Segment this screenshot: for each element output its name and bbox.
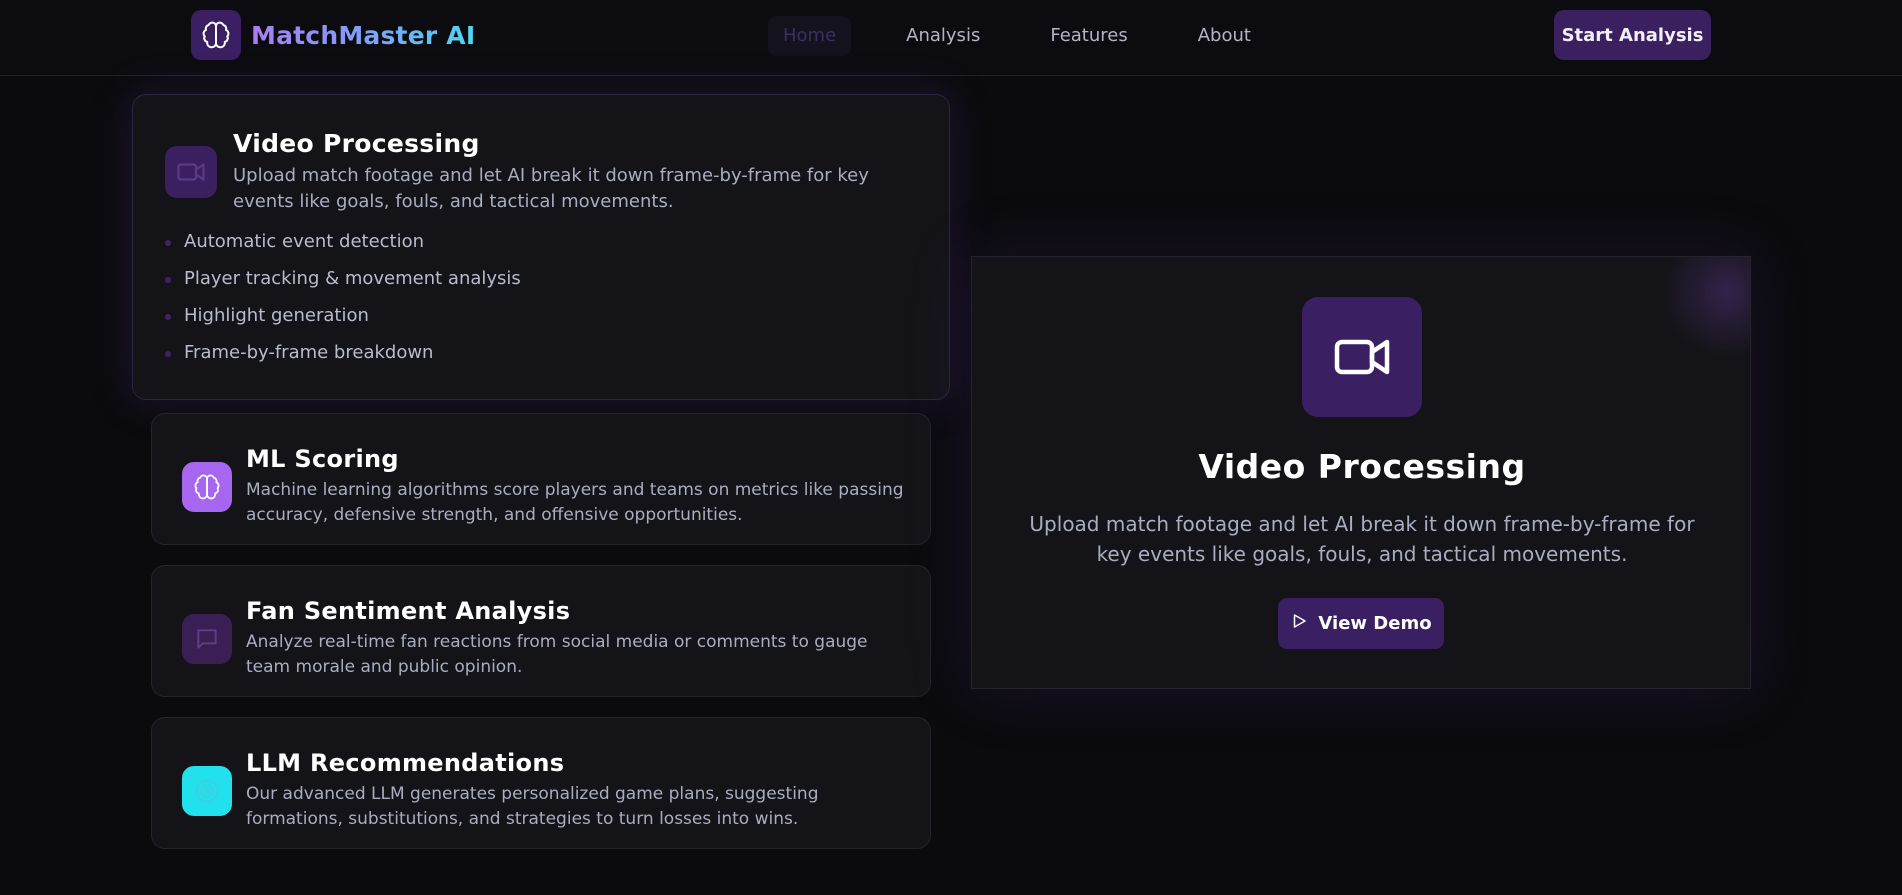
feature-bullet-list: Automatic event detection Player trackin…: [165, 229, 521, 377]
brain-logo-icon: [191, 10, 241, 60]
top-navbar: MatchMaster AI Home Analysis Features Ab…: [0, 0, 1902, 76]
nav-home[interactable]: Home: [768, 16, 852, 56]
showcase-description: Upload match footage and let AI break it…: [1029, 512, 1695, 566]
feature-description: Analyze real-time fan reactions from soc…: [246, 632, 868, 677]
feature-title: LLM Recommendations: [246, 749, 565, 777]
target-icon: [182, 766, 232, 816]
play-icon: [1290, 612, 1308, 635]
showcase-title: Video Processing: [1198, 447, 1526, 486]
nav-analysis[interactable]: Analysis: [891, 16, 995, 56]
feature-title: Fan Sentiment Analysis: [246, 597, 571, 625]
feature-description: Upload match footage and let AI break it…: [233, 165, 869, 212]
feature-card-fan-sentiment[interactable]: Fan Sentiment Analysis Analyze real-time…: [151, 565, 931, 697]
chat-bubble-icon: [182, 614, 232, 664]
list-item: Highlight generation: [165, 303, 521, 340]
feature-description: Machine learning algorithms score player…: [246, 480, 904, 525]
glow-decoration: [1662, 257, 1750, 357]
page: MatchMaster AI Home Analysis Features Ab…: [0, 0, 1902, 895]
view-demo-label: View Demo: [1318, 613, 1432, 634]
list-item: Automatic event detection: [165, 229, 521, 266]
logo[interactable]: MatchMaster AI: [191, 10, 475, 60]
video-camera-icon: [165, 146, 217, 198]
view-demo-button[interactable]: View Demo: [1278, 598, 1444, 649]
feature-card-video-processing[interactable]: Video Processing Upload match footage an…: [132, 94, 950, 400]
feature-title: Video Processing: [233, 129, 480, 158]
brain-icon: [182, 462, 232, 512]
main-nav: Home Analysis Features About: [768, 16, 1306, 56]
nav-features[interactable]: Features: [1035, 16, 1142, 56]
feature-showcase-panel: Video Processing Upload match footage an…: [971, 256, 1751, 689]
feature-card-llm-recommendations[interactable]: LLM Recommendations Our advanced LLM gen…: [151, 717, 931, 849]
feature-card-ml-scoring[interactable]: ML Scoring Machine learning algorithms s…: [151, 413, 931, 545]
start-analysis-button[interactable]: Start Analysis: [1554, 10, 1711, 60]
list-item: Frame-by-frame breakdown: [165, 340, 521, 377]
feature-title: ML Scoring: [246, 445, 399, 473]
nav-about[interactable]: About: [1183, 16, 1266, 56]
logo-text: MatchMaster AI: [251, 20, 476, 50]
list-item: Player tracking & movement analysis: [165, 266, 521, 303]
feature-description: Our advanced LLM generates personalized …: [246, 784, 819, 829]
video-camera-icon: [1302, 297, 1422, 417]
